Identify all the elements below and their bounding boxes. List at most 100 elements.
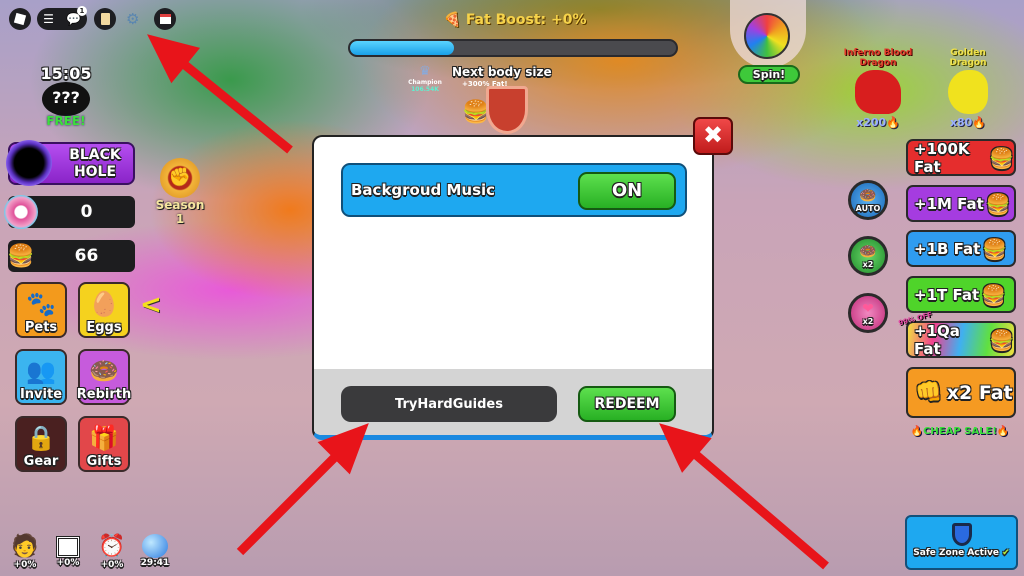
spin-wheel-icon[interactable] (744, 13, 790, 59)
dragon-multiplier: x200🔥 (856, 116, 900, 129)
burger-icon: 🍔 (981, 282, 1007, 307)
fat-pack-1qa-button[interactable]: +1Qa Fat 🍔 (906, 321, 1016, 358)
arrow-head (147, 34, 201, 84)
checkmark-icon: ✔ (1002, 548, 1010, 558)
rebirth-x2-icon: 🍩 (859, 243, 877, 260)
dragon-multiplier: x80🔥 (949, 116, 987, 129)
burger-icon: 🍔 (7, 243, 35, 269)
clock-boost[interactable]: ⏰ +0% (95, 534, 129, 570)
safe-zone-label: Safe Zone Active ✔ (913, 548, 1010, 558)
season-badge-icon: ✊ (160, 158, 200, 198)
fat-pack-label: +100K Fat (914, 139, 970, 176)
season-label: Season 1 (155, 198, 205, 226)
hamburger-menu-icon[interactable]: ☰ (43, 12, 54, 26)
music-toggle-button[interactable]: ON (578, 172, 676, 210)
inferno-dragon-icon (855, 70, 901, 114)
x2-fat-label: x2 Fat (946, 381, 1013, 404)
free-label: FREE! (46, 114, 86, 128)
background-music-row: Backgroud Music ON (341, 163, 687, 217)
spin-button[interactable]: Spin! (738, 65, 800, 84)
gear-button[interactable]: 🔒 Gear (15, 416, 67, 472)
code-input[interactable] (341, 386, 557, 422)
fat-pack-label: +1B Fat (914, 239, 981, 258)
rebirth-icon: 🍩 (89, 357, 119, 385)
eggs-button[interactable]: 🥚 Eggs (78, 282, 130, 338)
pizza-icon: 🍕 (443, 12, 461, 28)
close-button[interactable]: ✖ (693, 117, 733, 155)
mystery-reward[interactable]: ??? (42, 82, 90, 116)
shield-icon (486, 86, 528, 134)
fat-pack-1t-button[interactable]: +1T Fat 🍔 (906, 276, 1016, 313)
fat-pack-label: +1M Fat (914, 194, 984, 213)
heart-x2-button[interactable]: ❤ x2 (848, 293, 888, 333)
burger-icon: 🍔 (982, 236, 1008, 261)
boost-value: 29:41 (140, 558, 170, 568)
clock-icon: ⏰ (98, 534, 126, 559)
fat-boost-label: 🍕 Fat Boost: +0% (443, 12, 587, 28)
gift-icon: 🎁 (89, 424, 119, 452)
invite-label: Invite (19, 387, 63, 402)
friend-boost-icon: 🧑 (11, 534, 39, 559)
settings-gear-icon[interactable]: ⚙ (126, 10, 139, 28)
calendar-button[interactable] (154, 8, 176, 30)
dragon-golden[interactable]: Golden Dragon x80🔥 (932, 48, 1004, 129)
burger-icon: 🍔 (989, 145, 1014, 170)
burger-count: 66 (74, 246, 99, 266)
fat-pack-100k-button[interactable]: +100K Fat 🍔 (906, 139, 1016, 176)
redeem-footer: REDEEM (314, 369, 712, 435)
fat-pack-1m-button[interactable]: +1M Fat 🍔 (906, 185, 1016, 222)
maze-boost[interactable]: +0% (51, 534, 85, 568)
bubble-boost[interactable]: 29:41 (138, 534, 172, 568)
friend-boost[interactable]: 🧑 +0% (8, 534, 42, 570)
maze-icon (56, 536, 80, 558)
calendar-icon (159, 14, 171, 24)
roblox-menu-button[interactable] (9, 8, 31, 30)
lock-icon: 🔒 (26, 424, 56, 452)
rebirth-button[interactable]: 🍩 Rebirth (76, 349, 132, 405)
close-icon: ✖ (702, 121, 724, 149)
burger-icon: 🍔 (985, 191, 1011, 216)
paw-icon: 🐾 (26, 290, 56, 318)
fat-boost-progress (348, 39, 678, 57)
rebirth-donut-icon (4, 195, 38, 229)
auto-rebirth-icon: 🍩 (859, 187, 877, 204)
chevron-left-icon[interactable]: < (140, 290, 162, 320)
auto-rebirth-button[interactable]: 🍩 AUTO (848, 180, 888, 220)
black-hole-button[interactable]: BLACK HOLE (6, 140, 135, 186)
notebook-icon (100, 13, 110, 25)
next-body-size-label: Next body size (452, 65, 552, 79)
arrow-shaft (693, 451, 829, 570)
champion-icon: ♛ (419, 64, 431, 79)
fat-pack-1b-button[interactable]: +1B Fat 🍔 (906, 230, 1016, 267)
invite-button[interactable]: 👥 Invite (15, 349, 67, 405)
dragon-name: Inferno Blood Dragon (843, 48, 913, 68)
golden-dragon-icon (948, 70, 988, 114)
safe-zone-status: Safe Zone Active ✔ (905, 515, 1018, 570)
gifts-button[interactable]: 🎁 Gifts (78, 416, 130, 472)
notebook-button[interactable] (94, 8, 116, 30)
menu-chat-pill: ☰ 💬 1 (37, 6, 87, 30)
fat-pack-label: +1T Fat (914, 285, 980, 304)
fat-pack-label: +1Qa Fat (914, 321, 960, 358)
rebirth-label: Rebirth (76, 387, 132, 402)
arrow-shaft (236, 454, 338, 556)
friends-icon: 👥 (26, 357, 56, 385)
roblox-logo-icon (13, 12, 27, 26)
dragon-inferno-blood[interactable]: Inferno Blood Dragon x200🔥 (838, 48, 918, 129)
shield-icon (951, 523, 972, 546)
boost-value: +0% (13, 560, 37, 570)
season-button[interactable]: ✊ Season 1 (150, 158, 210, 226)
chat-icon[interactable]: 💬 1 (66, 6, 87, 26)
boost-value: +0% (56, 558, 80, 568)
rebirth-x2-button[interactable]: 🍩 x2 (848, 236, 888, 276)
notification-badge: 1 (76, 6, 87, 16)
x2-fat-button[interactable]: 👊 x2 Fat (906, 367, 1016, 418)
dragon-name: Golden Dragon (949, 48, 987, 68)
settings-modal: Backgroud Music ON REDEEM (312, 135, 714, 440)
cheap-sale-label: 🔥CHEAP SALE!🔥 (910, 426, 1010, 437)
redeem-button[interactable]: REDEEM (578, 386, 676, 422)
pets-button[interactable]: 🐾 Pets (15, 282, 67, 338)
eggs-label: Eggs (86, 320, 122, 335)
egg-icon: 🥚 (89, 290, 119, 318)
fist-icon: 👊 (915, 380, 943, 405)
